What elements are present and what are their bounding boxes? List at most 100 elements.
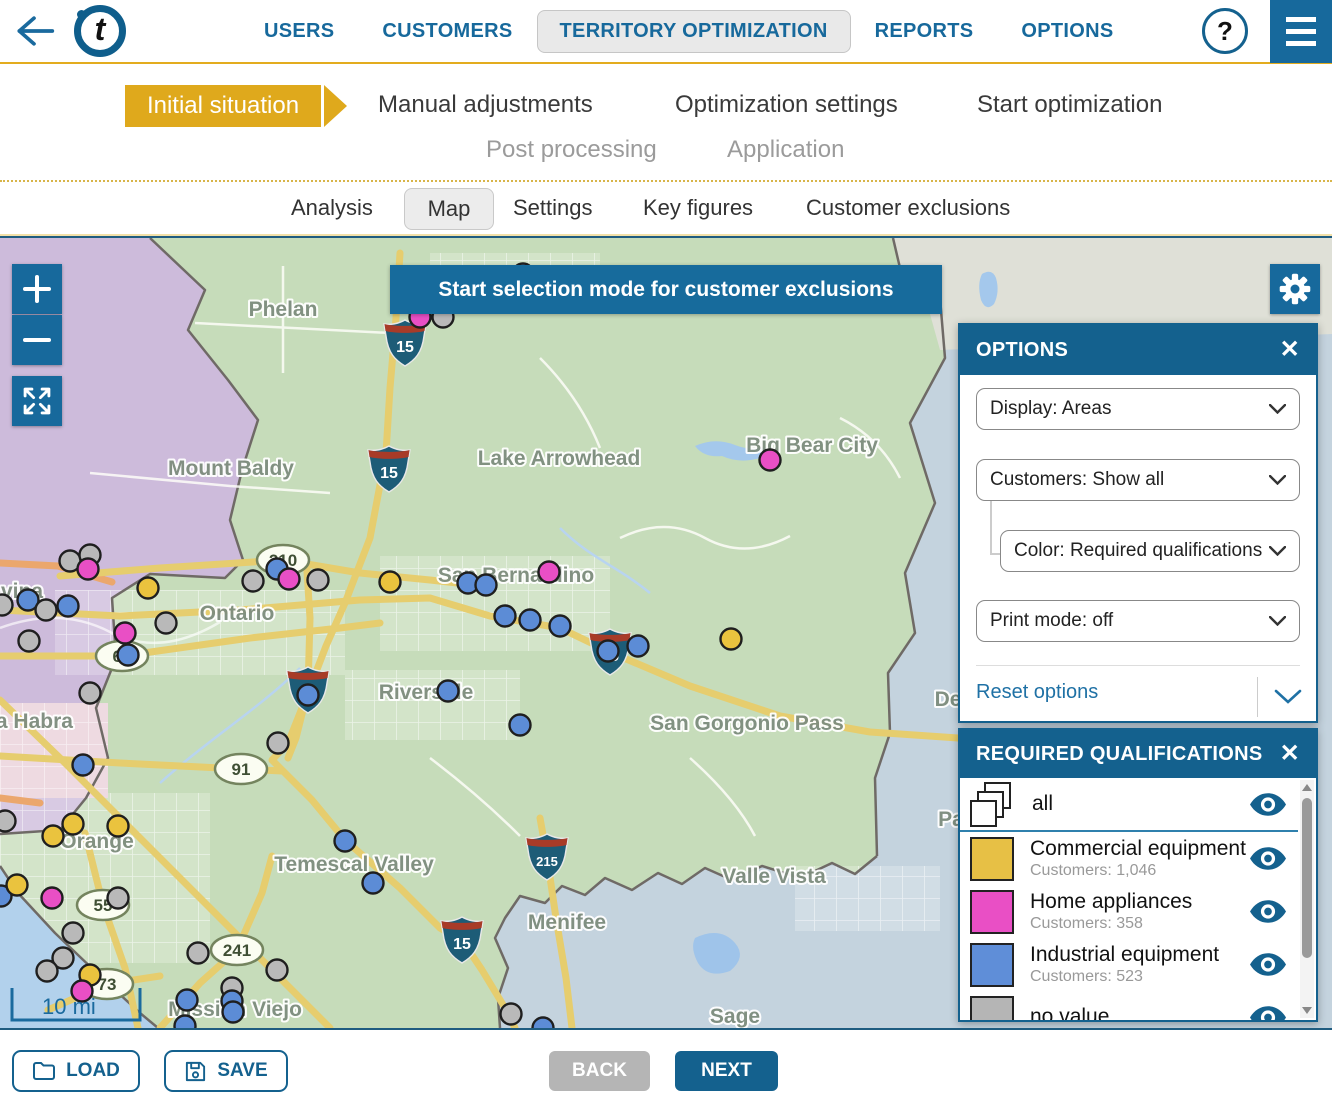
help-icon[interactable]: ?: [1202, 8, 1248, 54]
customer-dot[interactable]: [61, 812, 85, 836]
map-city-label: Valle Vista: [722, 865, 826, 888]
reset-options-link[interactable]: Reset options: [976, 681, 1098, 704]
customer-dot[interactable]: [221, 1000, 245, 1024]
customer-dot[interactable]: [277, 567, 301, 591]
customer-dot[interactable]: [34, 598, 58, 622]
customers-dropdown[interactable]: Customers: Show all: [976, 459, 1300, 501]
step-optimization-settings[interactable]: Optimization settings: [675, 91, 898, 119]
customer-dot[interactable]: [17, 629, 41, 653]
back-arrow-icon[interactable]: [12, 12, 56, 50]
nav-item-reports[interactable]: REPORTS: [875, 20, 974, 43]
zoom-out-button[interactable]: [12, 315, 62, 365]
tab-settings[interactable]: Settings: [513, 195, 593, 221]
customer-dot[interactable]: [296, 683, 320, 707]
nav-item-users[interactable]: USERS: [264, 20, 334, 43]
zoom-in-button[interactable]: [12, 264, 62, 314]
customer-dot[interactable]: [626, 634, 650, 658]
tab-key-figures[interactable]: Key figures: [643, 195, 753, 221]
map-canvas[interactable]: 21060915524173 1515151515215 PhelanMount…: [0, 236, 1332, 1030]
visibility-eye-icon[interactable]: [1250, 900, 1286, 923]
customer-dot[interactable]: [758, 448, 782, 472]
start-selection-mode-banner[interactable]: Start selection mode for customer exclus…: [390, 265, 942, 314]
color-swatch: [970, 995, 1014, 1020]
customer-dot[interactable]: [719, 627, 743, 651]
customer-dot[interactable]: [106, 886, 130, 910]
visibility-eye-icon[interactable]: [1250, 1006, 1286, 1022]
customer-dot[interactable]: [61, 921, 85, 945]
legend-row-industrial-equipment[interactable]: Industrial equipment Customers: 523: [960, 938, 1316, 991]
customer-dot[interactable]: [186, 941, 210, 965]
customer-dot[interactable]: [306, 568, 330, 592]
scrollbar-thumb[interactable]: [1302, 798, 1312, 958]
customer-dot[interactable]: [106, 814, 130, 838]
legend-row-home-appliances[interactable]: Home appliances Customers: 358: [960, 885, 1316, 938]
display-dropdown[interactable]: Display: Areas: [976, 388, 1300, 430]
customer-dot[interactable]: [474, 573, 498, 597]
tab-map[interactable]: Map: [404, 188, 494, 230]
customer-dot[interactable]: [116, 643, 140, 667]
scroll-down-arrow[interactable]: [1302, 1007, 1312, 1014]
customer-dot[interactable]: [499, 1002, 523, 1026]
customer-dot[interactable]: [493, 604, 517, 628]
save-button[interactable]: SAVE: [164, 1050, 288, 1092]
customer-dot[interactable]: [266, 731, 290, 755]
customer-dot[interactable]: [0, 593, 14, 617]
step-post-processing: Post processing: [486, 136, 657, 163]
close-icon[interactable]: ✕: [1280, 338, 1300, 362]
print-mode-dropdown[interactable]: Print mode: off: [976, 600, 1300, 642]
customer-dot[interactable]: [173, 1014, 197, 1029]
customer-dot[interactable]: [596, 639, 620, 663]
step-manual-adjustments[interactable]: Manual adjustments: [378, 91, 593, 119]
customer-dot[interactable]: [41, 824, 65, 848]
customer-dot[interactable]: [537, 560, 561, 584]
visibility-eye-icon[interactable]: [1250, 847, 1286, 870]
scroll-up-arrow[interactable]: [1302, 784, 1312, 791]
customer-dot[interactable]: [518, 608, 542, 632]
customer-dot[interactable]: [333, 829, 357, 853]
customer-dot[interactable]: [5, 873, 29, 897]
legend-row-no-value[interactable]: no value: [960, 991, 1316, 1022]
legend-scrollbar[interactable]: [1300, 780, 1314, 1018]
back-button[interactable]: BACK: [549, 1051, 650, 1091]
customer-dot[interactable]: [56, 594, 80, 618]
customer-dot[interactable]: [175, 988, 199, 1012]
load-button[interactable]: LOAD: [12, 1050, 140, 1092]
customer-dot[interactable]: [40, 886, 64, 910]
chevron-down-icon: [1269, 546, 1286, 556]
customer-dot[interactable]: [136, 576, 160, 600]
tab-customer-exclusions[interactable]: Customer exclusions: [806, 195, 1010, 221]
customer-dot[interactable]: [76, 557, 100, 581]
customer-dot[interactable]: [508, 713, 532, 737]
visibility-eye-icon[interactable]: [1250, 953, 1286, 976]
customer-dot[interactable]: [154, 611, 178, 635]
next-button[interactable]: NEXT: [675, 1051, 778, 1091]
customer-dot[interactable]: [265, 958, 289, 982]
nav-item-customers[interactable]: CUSTOMERS: [382, 20, 512, 43]
customer-dot[interactable]: [71, 753, 95, 777]
visibility-eye-icon[interactable]: [1250, 792, 1286, 816]
close-icon[interactable]: ✕: [1280, 742, 1300, 766]
color-dropdown[interactable]: Color: Required qualifications: [1000, 530, 1300, 572]
step-start-optimization[interactable]: Start optimization: [977, 91, 1162, 119]
customer-dot[interactable]: [361, 871, 385, 895]
customer-dot[interactable]: [241, 569, 265, 593]
hamburger-menu-icon[interactable]: [1270, 0, 1332, 63]
legend-row-commercial-equipment[interactable]: Commercial equipment Customers: 1,046: [960, 832, 1316, 885]
customer-dot[interactable]: [0, 809, 17, 833]
customer-dot[interactable]: [35, 959, 59, 983]
legend-label: no value: [1030, 1005, 1110, 1022]
collapse-chevron-icon[interactable]: [1274, 689, 1302, 705]
fullscreen-button[interactable]: [12, 376, 62, 426]
tab-analysis[interactable]: Analysis: [291, 195, 373, 221]
nav-item-options[interactable]: OPTIONS: [1021, 20, 1113, 43]
customer-dot[interactable]: [78, 681, 102, 705]
step-initial-situation[interactable]: Initial situation: [125, 85, 321, 127]
map-settings-gear-button[interactable]: [1270, 264, 1320, 314]
nav-item-territory-optimization[interactable]: TERRITORY OPTIMIZATION: [536, 9, 851, 53]
customer-dot[interactable]: [548, 614, 572, 638]
customer-dot[interactable]: [531, 1016, 555, 1029]
customer-dot[interactable]: [436, 679, 460, 703]
customer-dot[interactable]: [378, 570, 402, 594]
legend-row-all[interactable]: all: [960, 778, 1316, 830]
customer-dot[interactable]: [113, 621, 137, 645]
